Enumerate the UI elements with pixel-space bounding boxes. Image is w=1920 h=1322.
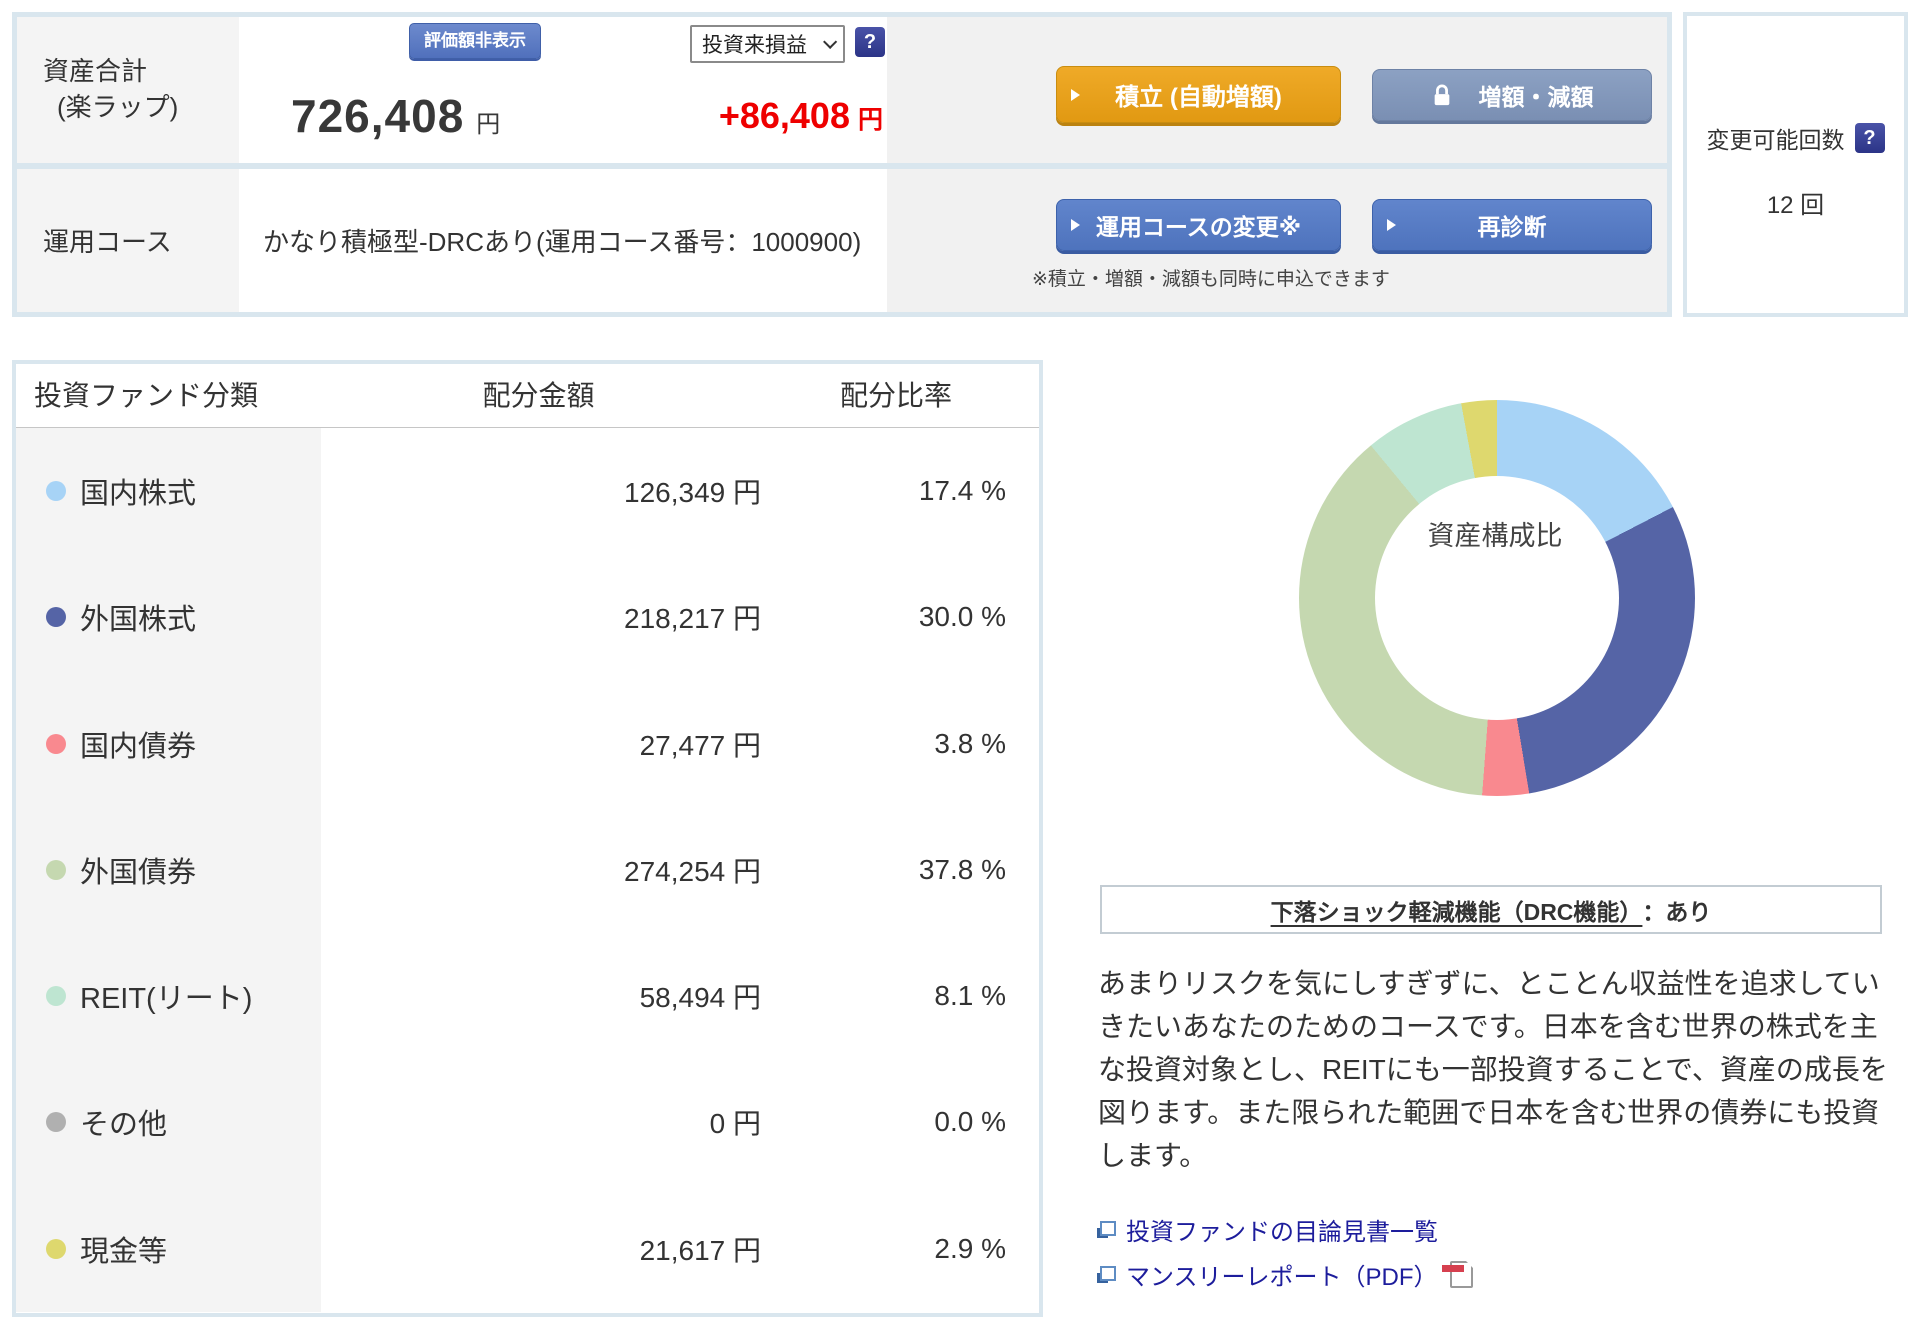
drc-feature-status: ：あり	[1642, 898, 1712, 925]
profit-loss-select[interactable]: 投資来損益	[690, 25, 845, 63]
changes-remaining-label: 変更可能回数	[1706, 127, 1845, 153]
asset-total-label-line1: 資産合計	[43, 56, 148, 86]
total-asset-value-cell: 評価額非表示 726,408 円 投資来損益 ? +86,408 円	[239, 17, 887, 163]
asset-actions-cell: 積立 (自動増額) 増額・減額	[887, 17, 1667, 163]
change-course-button-label: 運用コースの変更※	[1095, 214, 1302, 240]
allocation-ratio: 3.8 %	[934, 727, 1006, 759]
drc-feature-title: 下落ショック軽減機能（DRC機能）	[1270, 898, 1643, 925]
monthly-report-link-label: マンスリーレポート（PDF）	[1126, 1264, 1438, 1291]
arrow-right-icon	[1071, 88, 1080, 101]
table-row: 国内債券 27,477 円 3.8 %	[16, 681, 1039, 807]
course-label: 運用コース	[17, 169, 239, 312]
allocation-ratio: 8.1 %	[934, 980, 1006, 1012]
prospectus-link-label: 投資ファンドの目論見書一覧	[1126, 1219, 1438, 1246]
change-course-button[interactable]: 運用コースの変更※	[1056, 199, 1341, 251]
donut-chart-title: 資産構成比	[1427, 521, 1563, 551]
profit-loss-help-icon[interactable]: ?	[855, 27, 885, 57]
monthly-report-link[interactable]: マンスリーレポート（PDF）	[1097, 1252, 1473, 1297]
asset-composition-chart: 資産構成比	[1295, 328, 1695, 798]
allocation-ratio: 17.4 %	[918, 475, 1006, 507]
changes-remaining-help-icon[interactable]: ?	[1854, 123, 1885, 153]
column-header-amount: 配分金額	[482, 380, 595, 411]
category-color-dot	[46, 733, 66, 754]
profit-loss-unit: 円	[857, 106, 883, 134]
category-label: 外国債券	[80, 856, 197, 889]
category-label: 外国株式	[80, 604, 197, 637]
category-label: 現金等	[80, 1235, 168, 1268]
category-label: 国内債券	[80, 730, 197, 763]
category-color-dot	[46, 1238, 66, 1259]
course-value-cell: かなり積極型-DRCあり(運用コース番号：1000900)	[239, 169, 887, 312]
allocation-amount: 21,617 円	[639, 1234, 761, 1266]
hide-valuation-button[interactable]: 評価額非表示	[409, 23, 541, 59]
allocation-amount: 274,254 円	[624, 855, 761, 887]
profit-loss-amount: +86,408	[718, 95, 850, 136]
allocation-table: 投資ファンド分類 配分金額 配分比率 国内株式 126,349 円 17.4 %…	[12, 360, 1043, 1317]
category-label: その他	[80, 1109, 168, 1142]
total-asset-amount: 726,408	[291, 90, 465, 142]
external-window-icon	[1097, 1221, 1116, 1238]
course-description: あまりリスクを気にしすぎずに、とことん収益性を追求していきたいあなたのためのコー…	[1098, 968, 1888, 1171]
table-row: REIT(リート) 58,494 円 8.1 %	[16, 933, 1039, 1059]
profit-loss-select-value: 投資来損益	[702, 34, 807, 57]
total-asset-row: 資産合計 (楽ラップ) 評価額非表示 726,408 円 投資来損益 ? +86,…	[17, 17, 1667, 163]
allocation-amount: 218,217 円	[624, 603, 761, 635]
category-color-dot	[46, 859, 66, 880]
allocation-amount: 0 円	[709, 1108, 761, 1140]
tsumitate-button-label: 積立 (自動増額)	[1115, 84, 1282, 111]
allocation-table-header: 投資ファンド分類 配分金額 配分比率	[16, 364, 1039, 428]
column-header-ratio: 配分比率	[839, 380, 952, 411]
allocation-ratio: 30.0 %	[918, 601, 1006, 633]
category-color-dot	[46, 986, 66, 1007]
profit-loss-value: +86,408 円	[519, 95, 883, 137]
drc-feature-box: 下落ショック軽減機能（DRC機能） ：あり	[1100, 885, 1882, 934]
donut-chart	[1299, 400, 1695, 796]
allocation-amount: 58,494 円	[639, 982, 761, 1014]
asset-total-label-line2: (楽ラップ)	[57, 92, 179, 122]
table-row: 外国債券 274,254 円 37.8 %	[16, 807, 1039, 933]
rediagnosis-button[interactable]: 再診断	[1372, 199, 1652, 251]
changes-remaining-row: 変更可能回数 ?	[1687, 121, 1904, 155]
table-row: 現金等 21,617 円 2.9 %	[16, 1186, 1039, 1312]
total-asset-unit: 円	[476, 111, 501, 138]
category-color-dot	[46, 607, 66, 628]
document-links: 投資ファンドの目論見書一覧 マンスリーレポート（PDF）	[1097, 1207, 1473, 1297]
chevron-down-icon	[823, 34, 838, 49]
allocation-amount: 126,349 円	[624, 477, 761, 509]
table-row: その他 0 円 0.0 %	[16, 1059, 1039, 1185]
pdf-file-icon	[1441, 1261, 1473, 1288]
rediagnosis-button-label: 再診断	[1477, 214, 1547, 240]
course-actions-cell: 運用コースの変更※ 再診断 ※積立・増額・減額も同時に申込できます	[887, 169, 1667, 312]
allocation-ratio: 0.0 %	[934, 1106, 1006, 1138]
column-header-category: 投資ファンド分類	[34, 380, 259, 411]
changes-remaining-panel: 変更可能回数 ? 12 回	[1683, 12, 1908, 317]
asset-summary-panel: 資産合計 (楽ラップ) 評価額非表示 726,408 円 投資来損益 ? +86,…	[12, 12, 1672, 317]
increase-decrease-button[interactable]: 増額・減額	[1372, 69, 1652, 121]
course-value: かなり積極型-DRCあり(運用コース番号：1000900)	[263, 227, 862, 257]
category-label: REIT(リート)	[80, 983, 253, 1016]
total-asset-value: 726,408 円	[291, 89, 500, 143]
allocation-table-body: 国内株式 126,349 円 17.4 % 外国株式 218,217 円 30.…	[16, 428, 1039, 1312]
simultaneous-apply-note: ※積立・増額・減額も同時に申込できます	[1032, 269, 1390, 290]
category-color-dot	[46, 1112, 66, 1133]
increase-decrease-button-label: 増額・減額	[1478, 84, 1594, 110]
lock-icon	[1434, 84, 1449, 106]
category-label: 国内株式	[80, 478, 197, 511]
prospectus-link[interactable]: 投資ファンドの目論見書一覧	[1097, 1207, 1473, 1252]
allocation-amount: 27,477 円	[639, 729, 761, 761]
category-color-dot	[46, 481, 66, 502]
external-window-icon	[1097, 1266, 1116, 1283]
tsumitate-button[interactable]: 積立 (自動増額)	[1056, 66, 1341, 123]
allocation-ratio: 37.8 %	[918, 853, 1006, 885]
arrow-right-icon	[1071, 219, 1080, 231]
table-row: 国内株式 126,349 円 17.4 %	[16, 428, 1039, 554]
asset-total-label: 資産合計 (楽ラップ)	[17, 17, 239, 163]
allocation-ratio: 2.9 %	[934, 1232, 1006, 1264]
table-row: 外国株式 218,217 円 30.0 %	[16, 554, 1039, 680]
arrow-right-icon	[1387, 219, 1396, 231]
course-row: 運用コース かなり積極型-DRCあり(運用コース番号：1000900) 運用コー…	[17, 169, 1667, 312]
changes-remaining-value: 12 回	[1766, 192, 1825, 219]
